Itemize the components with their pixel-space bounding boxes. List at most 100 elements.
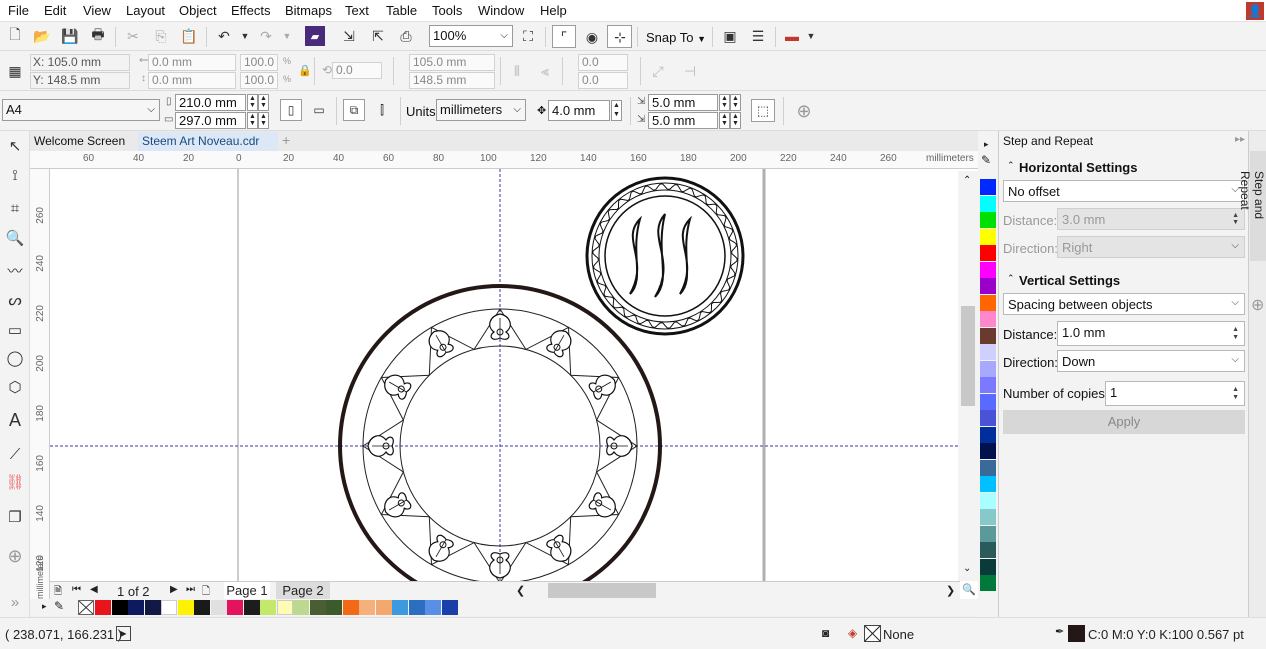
apply-button[interactable]: Apply: [1003, 410, 1245, 434]
last-page-icon[interactable]: ⏭: [186, 584, 195, 595]
color-swatch[interactable]: [980, 228, 996, 245]
dimension-tool-icon[interactable]: ⟋: [4, 443, 26, 465]
color-swatch[interactable]: [980, 261, 996, 278]
tab-document[interactable]: Steem Art Noveau.cdr: [138, 132, 278, 151]
color-swatch[interactable]: [293, 600, 309, 615]
menu-window[interactable]: Window: [478, 3, 524, 18]
color-swatch[interactable]: [392, 600, 408, 615]
color-swatch[interactable]: [980, 509, 996, 525]
undo-icon[interactable]: ↶: [214, 26, 234, 46]
zoom-tool-icon[interactable]: 🔍: [4, 227, 26, 249]
scroll-down-icon[interactable]: ⌄: [963, 563, 971, 574]
crop-tool-icon[interactable]: ⌗: [4, 197, 26, 219]
color-swatch[interactable]: [128, 600, 144, 615]
no-color-swatch[interactable]: [78, 600, 94, 615]
dup-x-spinner[interactable]: ▲ ▼: [730, 94, 741, 111]
step-and-repeat-tab[interactable]: Step and Repeat: [1238, 151, 1266, 261]
color-swatch[interactable]: [425, 600, 441, 615]
color-swatch[interactable]: [980, 311, 996, 327]
duplicate-distance-y-field[interactable]: 5.0 mm: [648, 112, 718, 129]
color-swatch[interactable]: [326, 600, 342, 615]
color-swatch[interactable]: [980, 179, 996, 195]
position-icon[interactable]: ⊣: [680, 61, 700, 81]
color-swatch[interactable]: [980, 212, 996, 228]
freehand-tool-icon[interactable]: 〰: [4, 259, 26, 281]
text-tool-icon[interactable]: A: [4, 409, 26, 431]
eyedropper-icon[interactable]: ✎: [54, 599, 64, 613]
color-swatch[interactable]: [980, 410, 996, 426]
cut-icon[interactable]: ✂: [123, 26, 143, 46]
lock-ratio-icon[interactable]: 🔒: [298, 64, 312, 77]
color-swatch[interactable]: [95, 600, 111, 615]
horizontal-scroll-thumb[interactable]: [548, 583, 656, 598]
color-proof-icon[interactable]: ◙: [822, 626, 829, 640]
menu-layout[interactable]: Layout: [126, 3, 165, 18]
page-height-spinner[interactable]: ▲ ▼: [247, 112, 258, 129]
drawing-canvas[interactable]: 60 40 20 0 20 40 60 80 100 120 140 160 1…: [30, 151, 978, 599]
color-swatch[interactable]: [980, 344, 996, 360]
color-swatch[interactable]: [359, 600, 375, 615]
artwork[interactable]: [30, 169, 978, 599]
number-of-copies-field[interactable]: 1 ▲ ▼: [1105, 381, 1245, 406]
page-size-select[interactable]: A4 ⌵: [2, 99, 160, 121]
page-height-spinner[interactable]: ▲ ▼: [258, 112, 269, 129]
menu-help[interactable]: Help: [540, 3, 567, 18]
customize-icon[interactable]: ▬: [782, 26, 802, 46]
color-swatch[interactable]: [980, 327, 996, 344]
connector-tool-icon[interactable]: ⛓: [4, 471, 26, 493]
color-swatch[interactable]: [309, 600, 326, 615]
palette-menu-icon[interactable]: ▸: [984, 139, 989, 150]
dup-x-spinner[interactable]: ▲ ▼: [719, 94, 730, 111]
scale-width-field[interactable]: 100.0: [240, 54, 278, 71]
tab-page-2[interactable]: Page 2: [276, 582, 330, 599]
page-width-spinner[interactable]: ▲ ▼: [258, 94, 269, 111]
mirror-horizontal-icon[interactable]: ⫴: [507, 61, 527, 81]
menu-text[interactable]: Text: [345, 3, 369, 18]
next-page-icon[interactable]: ▶: [170, 584, 178, 595]
landscape-icon[interactable]: ▭: [309, 100, 329, 120]
color-swatch[interactable]: [260, 600, 276, 615]
vertical-mode-select[interactable]: Spacing between objects ⌵: [1003, 293, 1245, 315]
color-swatch[interactable]: [144, 600, 161, 615]
color-swatch[interactable]: [408, 600, 425, 615]
zoom-level-select[interactable]: 100% ⌵: [429, 25, 513, 47]
color-swatch[interactable]: [980, 294, 996, 311]
tab-welcome-screen[interactable]: Welcome Screen: [30, 132, 138, 151]
menu-bitmaps[interactable]: Bitmaps: [285, 3, 332, 18]
rectangle-tool-icon[interactable]: ▭: [4, 319, 26, 341]
nudge-distance-field[interactable]: 4.0 mm: [548, 100, 610, 121]
first-page-icon[interactable]: ⏮: [72, 584, 81, 595]
add-tool-icon[interactable]: ⊕: [4, 545, 26, 567]
status-play-icon[interactable]: ▶: [116, 626, 131, 641]
color-swatch[interactable]: [980, 195, 996, 212]
palette-menu-icon[interactable]: ▸: [42, 601, 47, 612]
page-width-spinner[interactable]: ▲ ▼: [247, 94, 258, 111]
height-field[interactable]: 0.0 mm: [148, 72, 236, 89]
menu-edit[interactable]: Edit: [44, 3, 66, 18]
color-swatch[interactable]: [980, 575, 996, 591]
paste-icon[interactable]: 📋: [179, 26, 199, 46]
new-tab-icon[interactable]: +: [280, 132, 298, 151]
vertical-distance-field[interactable]: 1.0 mm ▲ ▼: [1057, 321, 1245, 346]
skew-v-field[interactable]: 0.0: [578, 72, 628, 89]
application-launcher-icon[interactable]: ☰: [748, 26, 768, 46]
drop-shadow-tool-icon[interactable]: ❐: [4, 506, 26, 528]
width-field[interactable]: 0.0 mm: [148, 54, 236, 71]
scroll-right-icon[interactable]: ❯: [946, 584, 955, 597]
color-swatch[interactable]: [177, 600, 194, 615]
horizontal-ruler[interactable]: 60 40 20 0 20 40 60 80 100 120 140 160 1…: [30, 151, 978, 169]
shape-tool-icon[interactable]: ⟟: [4, 164, 26, 186]
zoom-navigator-icon[interactable]: 🔍: [962, 583, 976, 596]
scroll-up-icon[interactable]: ⌃: [963, 175, 971, 186]
add-docker-icon[interactable]: ⊕: [1251, 295, 1264, 315]
options-icon[interactable]: ▣: [720, 26, 740, 46]
size-width-field[interactable]: 105.0 mm: [409, 54, 495, 71]
scroll-left-icon[interactable]: ❮: [516, 584, 525, 597]
current-page-icon[interactable]: ⫿: [372, 100, 392, 120]
open-icon[interactable]: 📂: [32, 26, 52, 46]
print-icon[interactable]: 🖶: [88, 26, 108, 46]
menu-object[interactable]: Object: [179, 3, 217, 18]
docker-expand-icon[interactable]: ▸▸: [1235, 134, 1245, 145]
color-swatch[interactable]: [980, 525, 996, 542]
horizontal-direction-select[interactable]: Right ⌵: [1057, 236, 1245, 258]
